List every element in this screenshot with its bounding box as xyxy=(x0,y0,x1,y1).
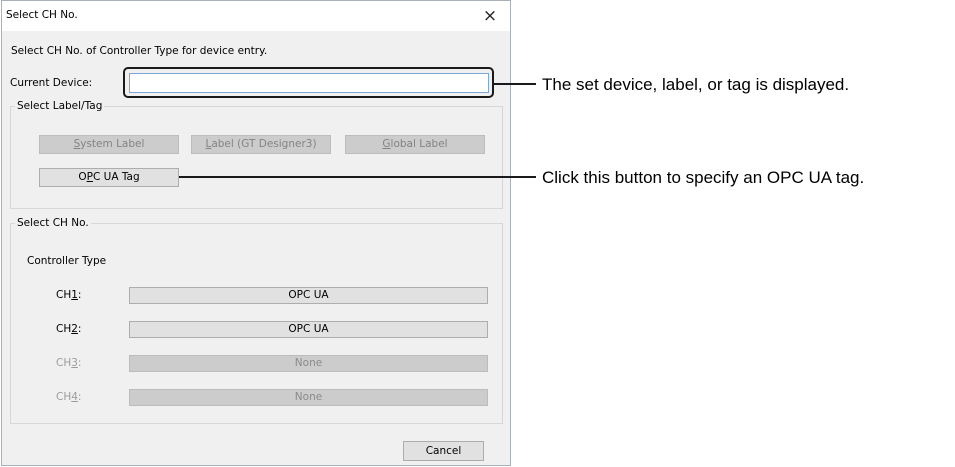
cancel-button[interactable]: Cancel xyxy=(403,441,484,461)
opc-ua-callout-line xyxy=(179,176,536,178)
ch3-prefix: CH xyxy=(56,357,72,369)
ch3-accel: 3 xyxy=(71,357,78,369)
system-label-rest: ystem Label xyxy=(80,138,145,150)
ch1-prefix: CH xyxy=(56,289,72,301)
current-device-callout-line xyxy=(494,83,536,85)
ch3-suffix: : xyxy=(77,357,82,369)
dialog-title: Select CH No. xyxy=(6,9,78,21)
system-label-button[interactable]: System Label xyxy=(39,135,179,154)
ch4-prefix: CH xyxy=(56,391,72,403)
label-tag-group: Select Label/Tag xyxy=(10,100,503,209)
ch4-accel: 4 xyxy=(71,391,78,403)
gt-designer-label-button[interactable]: Label (GT Designer3) xyxy=(191,135,331,154)
ch3-label: CH3: xyxy=(56,357,81,369)
current-device-highlight xyxy=(123,67,494,98)
select-ch-dialog: Select CH No. × Select CH No. of Control… xyxy=(1,0,511,466)
ch1-accel: 1 xyxy=(71,289,78,301)
select-ch-group-legend: Select CH No. xyxy=(17,217,89,229)
global-label-button[interactable]: Global Label xyxy=(345,135,485,154)
ch1-controller-button[interactable]: OPC UA xyxy=(129,287,488,304)
ch2-prefix: CH xyxy=(56,323,72,335)
ch3-controller-button[interactable]: None xyxy=(129,355,488,372)
label-tag-group-legend: Select Label/Tag xyxy=(17,100,103,112)
global-label-rest: lobal Label xyxy=(390,138,448,150)
ch2-accel: 2 xyxy=(71,323,78,335)
gt-label-rest: abel (GT Designer3) xyxy=(211,138,317,150)
ch2-suffix: : xyxy=(77,323,82,335)
current-device-annotation: The set device, label, or tag is display… xyxy=(542,75,850,94)
opc-ua-tag-rest: C UA Tag xyxy=(92,171,140,183)
opc-ua-tag-prefix: O xyxy=(78,171,87,183)
current-device-label: Current Device: xyxy=(10,77,93,89)
close-icon[interactable]: × xyxy=(476,5,504,27)
ch4-controller-button[interactable]: None xyxy=(129,389,488,406)
ch1-label: CH1: xyxy=(56,289,81,301)
ch1-suffix: : xyxy=(77,289,82,301)
instruction-text: Select CH No. of Controller Type for dev… xyxy=(11,45,268,57)
ch2-controller-button[interactable]: OPC UA xyxy=(129,321,488,338)
global-label-accel: G xyxy=(382,138,391,150)
ch4-suffix: : xyxy=(77,391,82,403)
opc-ua-tag-button[interactable]: OPC UA Tag xyxy=(39,168,179,187)
opc-ua-annotation: Click this button to specify an OPC UA t… xyxy=(542,168,865,187)
ch4-label: CH4: xyxy=(56,391,81,403)
title-bar: Select CH No. × xyxy=(2,1,510,31)
controller-type-label: Controller Type xyxy=(27,255,107,267)
ch2-label: CH2: xyxy=(56,323,81,335)
